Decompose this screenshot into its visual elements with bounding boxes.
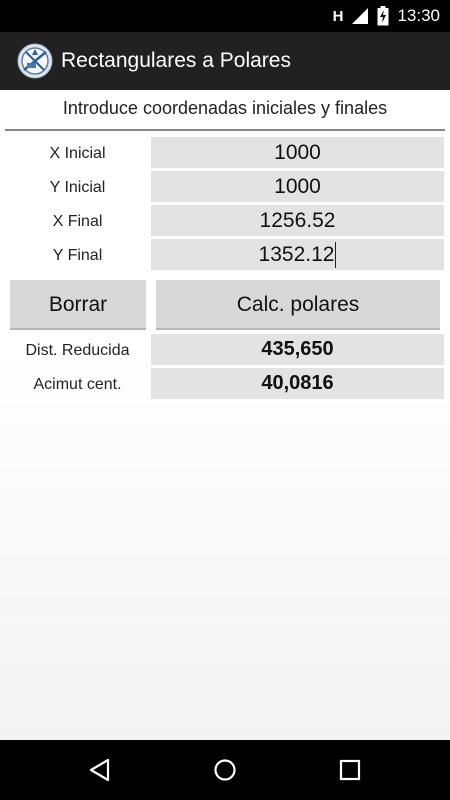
calc-polares-button[interactable]: Calc. polares — [156, 280, 440, 330]
dist-reducida-label: Dist. Reducida — [25, 342, 130, 359]
header-divider — [5, 129, 445, 131]
dist-reducida-value: 435,650 — [151, 334, 444, 365]
recents-icon[interactable] — [338, 758, 362, 782]
x-final-label: X Final — [52, 213, 103, 230]
home-icon[interactable] — [213, 758, 237, 782]
action-bar: Rectangulares a Polares — [0, 32, 450, 90]
y-inicial-label: Y Inicial — [49, 179, 106, 196]
y-inicial-input[interactable]: 1000 — [151, 171, 444, 202]
main-content: Introduce coordenadas iniciales y finale… — [0, 90, 450, 740]
x-inicial-label: X Inicial — [49, 145, 106, 162]
form-header: Introduce coordenadas iniciales y finale… — [62, 98, 388, 118]
status-bar: H 13:30 — [0, 0, 450, 32]
acimut-value: 40,0816 — [151, 368, 444, 399]
compass-app-icon[interactable] — [17, 43, 53, 79]
app-title: Rectangulares a Polares — [61, 49, 291, 72]
y-final-label: Y Final — [52, 247, 103, 264]
status-time: 13:30 — [397, 6, 440, 25]
y-inicial-value: 1000 — [274, 175, 321, 198]
x-final-value: 1256.52 — [259, 209, 336, 232]
y-final-input[interactable]: 1352.12 — [151, 239, 444, 270]
navigation-bar — [0, 740, 450, 800]
y-final-value: 1352.12 — [258, 243, 335, 266]
text-cursor — [335, 242, 337, 269]
signal-icon — [352, 8, 369, 24]
x-inicial-input[interactable]: 1000 — [151, 137, 444, 168]
clear-button[interactable]: Borrar — [10, 280, 146, 330]
back-icon[interactable] — [88, 758, 112, 782]
network-type-indicator: H — [332, 7, 344, 25]
status-icons: H 13:30 — [333, 0, 440, 32]
battery-charging-icon — [377, 6, 389, 26]
x-inicial-value: 1000 — [274, 141, 321, 164]
x-final-input[interactable]: 1256.52 — [151, 205, 444, 236]
acimut-label: Acimut cent. — [33, 376, 122, 393]
